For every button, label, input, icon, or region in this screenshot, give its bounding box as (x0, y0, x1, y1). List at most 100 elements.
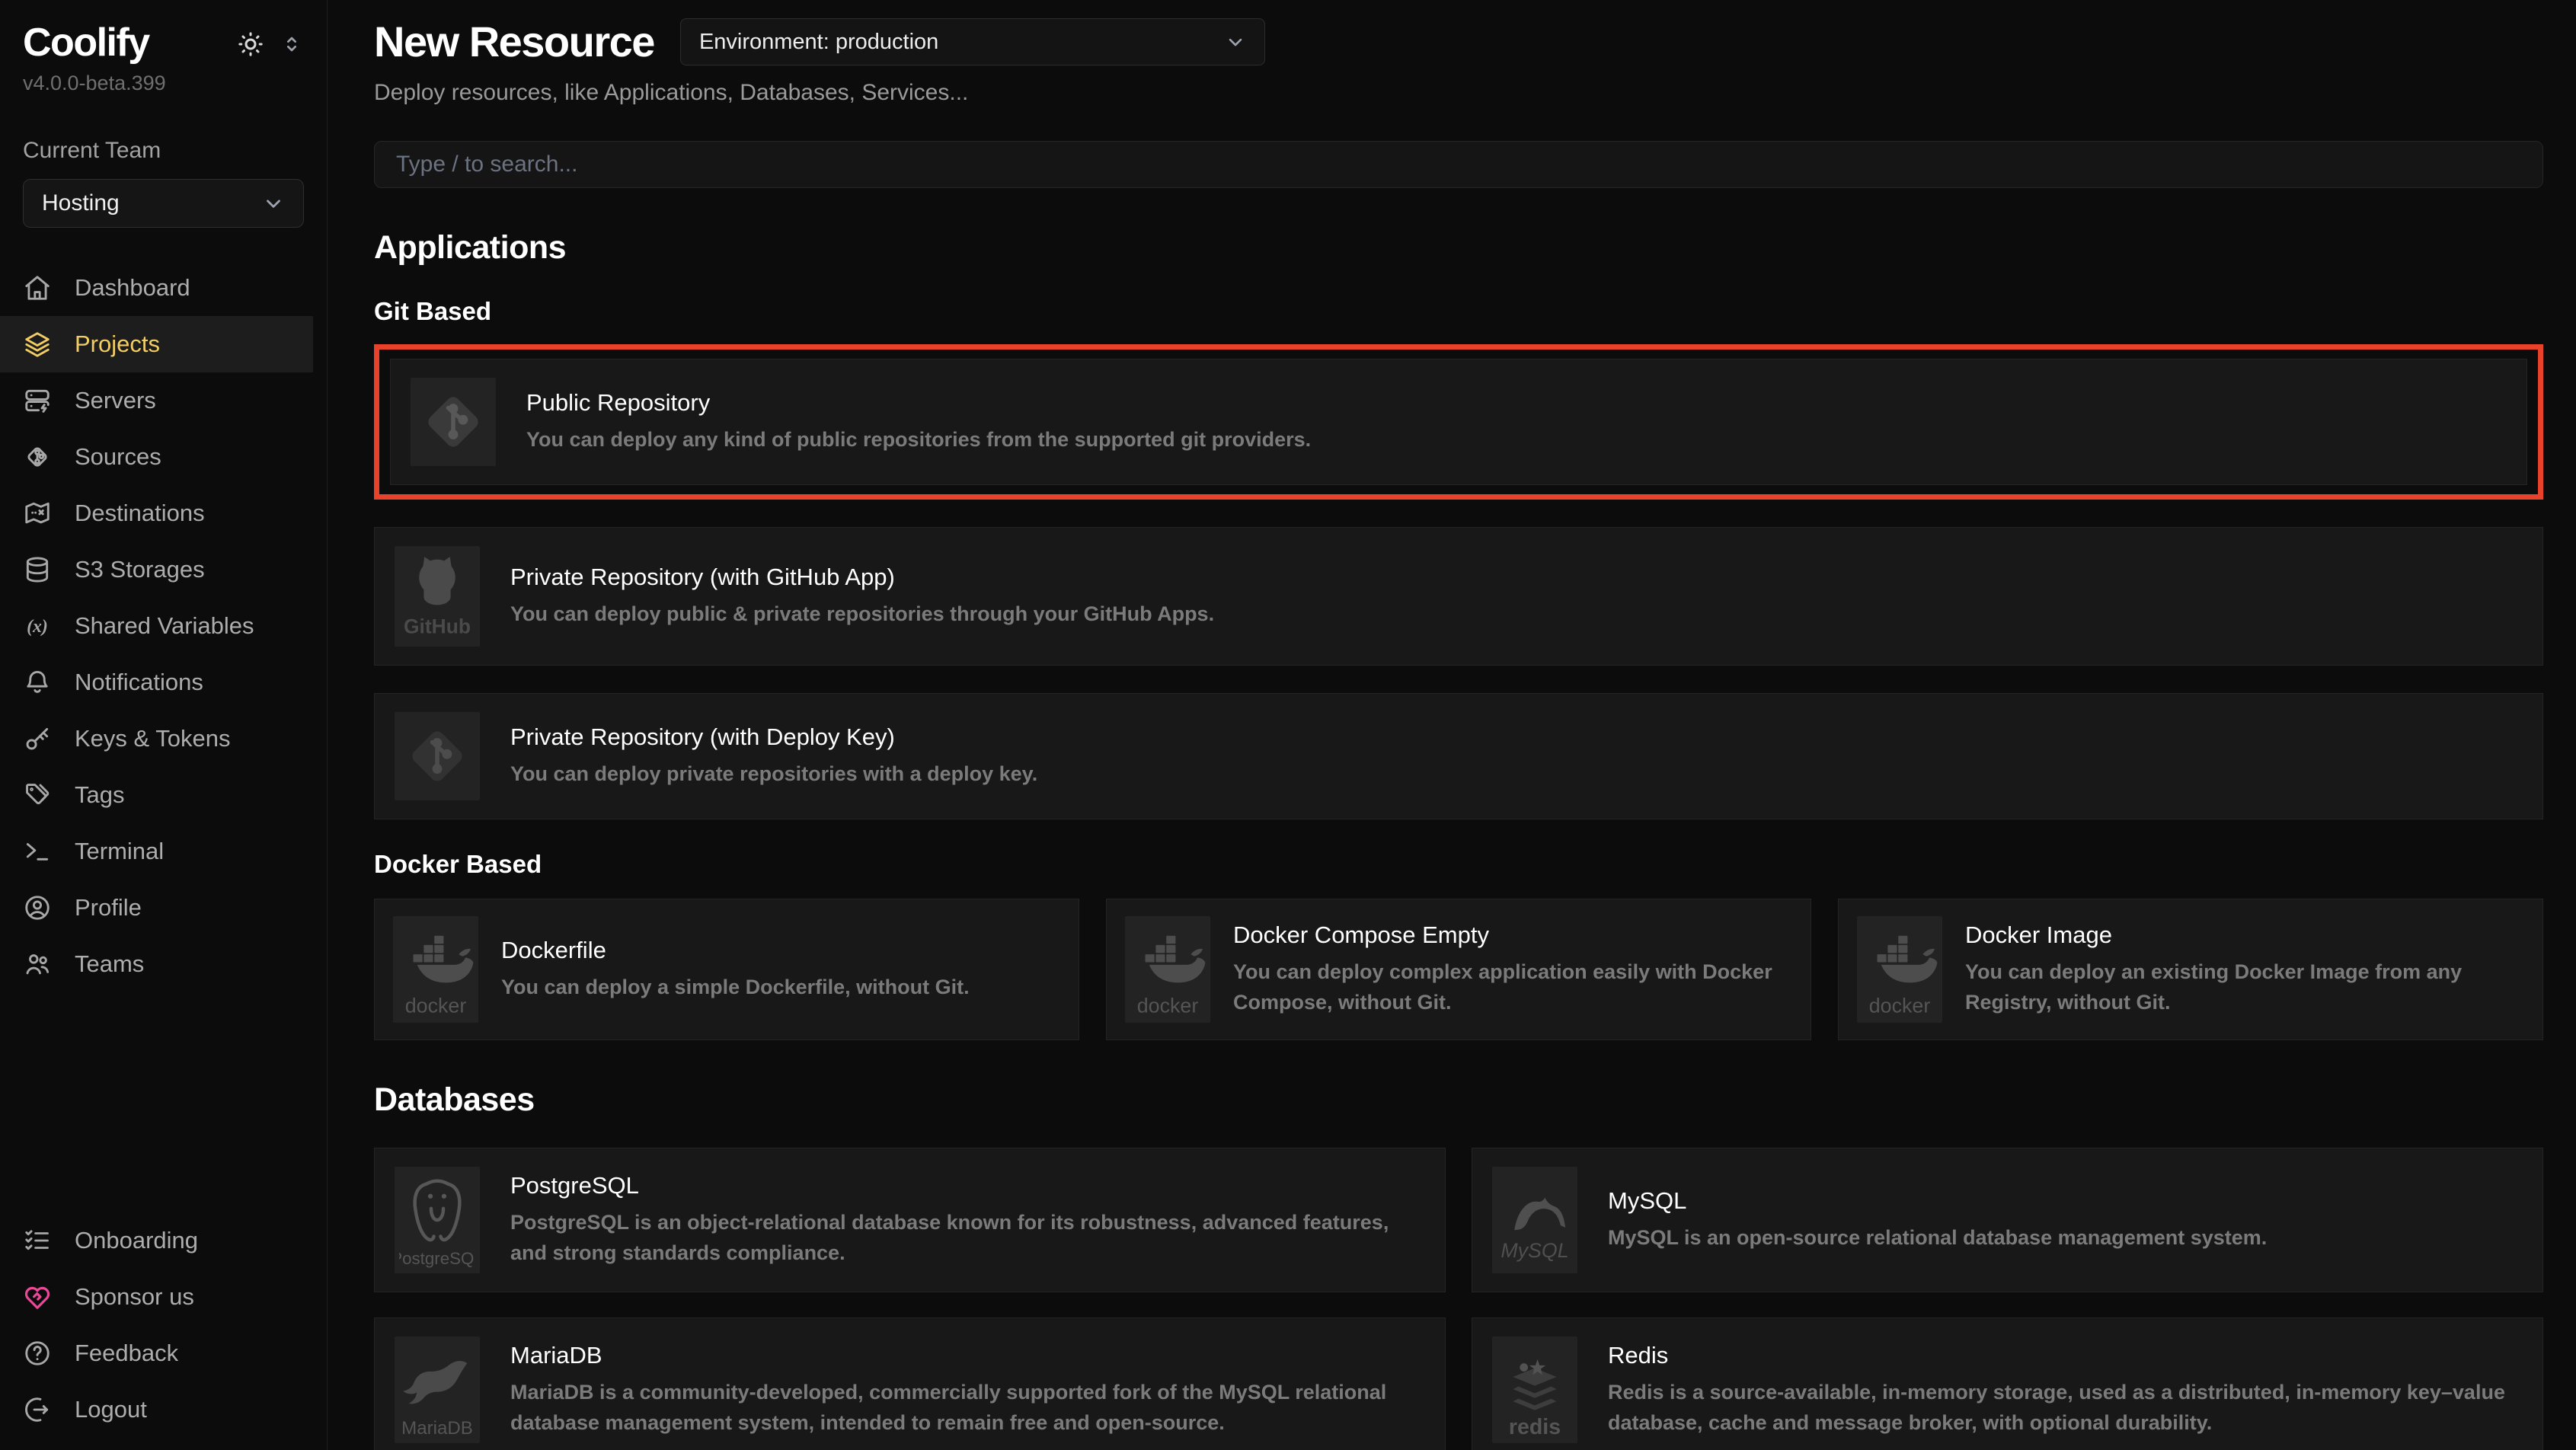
card-body: PostgreSQL PostgreSQL is an object-relat… (510, 1167, 1425, 1273)
sidebar-item-dashboard[interactable]: Dashboard (0, 260, 327, 316)
layers-icon (23, 330, 52, 359)
sidebar-header: Coolify (0, 20, 327, 65)
environment-select[interactable]: Environment: production (680, 18, 1265, 65)
mariadb-icon: MariaDB (395, 1337, 480, 1443)
resource-card-mysql[interactable]: MySQL MySQL MySQL is an open-source rela… (1472, 1148, 2543, 1292)
sidebar-item-keys-tokens[interactable]: Keys & Tokens (0, 711, 327, 767)
resource-card-redis[interactable]: redis Redis Redis is a source-available,… (1472, 1317, 2543, 1450)
git-branch-icon (23, 442, 52, 471)
sidebar-item-tags[interactable]: Tags (0, 767, 327, 823)
card-description: PostgreSQL is an object-relational datab… (510, 1207, 1425, 1269)
chevrons-up-down-icon[interactable] (280, 32, 304, 56)
terminal-icon (23, 837, 52, 866)
page-subtitle: Deploy resources, like Applications, Dat… (374, 80, 2543, 106)
svg-text:PostgreSQL: PostgreSQL (399, 1249, 475, 1268)
current-team-label: Current Team (0, 138, 327, 164)
database-icon (23, 555, 52, 584)
resource-card-docker-image[interactable]: docker Docker Image You can deploy an ex… (1838, 899, 2543, 1040)
resource-card-dockerfile[interactable]: docker Dockerfile You can deploy a simpl… (374, 899, 1079, 1040)
sidebar-item-shared-variables[interactable]: (x) Shared Variables (0, 598, 327, 654)
sidebar-nav: Dashboard Projects Servers Sources (0, 260, 327, 992)
docker-icon: docker (1857, 916, 1942, 1023)
card-body: MySQL MySQL is an open-source relational… (1608, 1167, 2267, 1273)
svg-text:MariaDB: MariaDB (401, 1418, 473, 1439)
card-description: You can deploy complex application easil… (1233, 957, 1792, 1018)
sidebar-item-feedback[interactable]: Feedback (0, 1325, 327, 1381)
sidebar-item-destinations[interactable]: Destinations (0, 485, 327, 541)
sidebar-item-label: Sources (75, 443, 161, 471)
git-icon (395, 712, 480, 800)
page-header: New Resource Environment: production (374, 17, 2543, 66)
postgresql-icon: PostgreSQL (395, 1167, 480, 1273)
docker-based-card-grid: docker Dockerfile You can deploy a simpl… (374, 899, 2543, 1040)
sidebar-item-notifications[interactable]: Notifications (0, 654, 327, 711)
sidebar: Coolify v4.0.0-beta.399 Current Team Hos… (0, 0, 328, 1450)
sidebar-item-projects[interactable]: Projects (0, 316, 313, 372)
sidebar-item-label: Keys & Tokens (75, 725, 230, 752)
card-title: Public Repository (526, 389, 1311, 417)
sidebar-item-sponsor-us[interactable]: Sponsor us (0, 1269, 327, 1325)
svg-text:docker: docker (1869, 994, 1931, 1017)
card-body: Redis Redis is a source-available, in-me… (1608, 1337, 2523, 1443)
svg-text:GitHub: GitHub (404, 615, 471, 637)
databases-card-grid: PostgreSQL PostgreSQL PostgreSQL is an o… (374, 1148, 2543, 1450)
theme-toggle-sun-icon[interactable] (235, 29, 266, 59)
sidebar-item-sources[interactable]: Sources (0, 429, 327, 485)
card-description: MySQL is an open-source relational datab… (1608, 1222, 2267, 1254)
card-description: Redis is a source-available, in-memory s… (1608, 1377, 2523, 1439)
variable-icon: (x) (23, 612, 52, 640)
sidebar-item-profile[interactable]: Profile (0, 880, 327, 936)
server-icon (23, 386, 52, 415)
main-content: New Resource Environment: production Dep… (328, 0, 2576, 1450)
sidebar-item-label: Destinations (75, 500, 205, 527)
resource-card-postgresql[interactable]: PostgreSQL PostgreSQL PostgreSQL is an o… (374, 1148, 1446, 1292)
chevron-down-icon (262, 192, 285, 215)
svg-text:MySQL: MySQL (1501, 1239, 1568, 1262)
key-icon (23, 724, 52, 753)
card-title: Docker Compose Empty (1233, 921, 1792, 949)
card-body: MariaDB MariaDB is a community-developed… (510, 1337, 1425, 1443)
git-based-card-list: Public Repository You can deploy any kin… (374, 344, 2543, 819)
subsection-title-git-based: Git Based (374, 297, 2543, 326)
card-description: You can deploy any kind of public reposi… (526, 424, 1311, 455)
sidebar-item-s3-storages[interactable]: S3 Storages (0, 541, 327, 598)
sidebar-item-servers[interactable]: Servers (0, 372, 327, 429)
resource-card-private-repository-deploy-key[interactable]: Private Repository (with Deploy Key) You… (374, 693, 2543, 819)
app-root: Coolify v4.0.0-beta.399 Current Team Hos… (0, 0, 2576, 1450)
sidebar-item-label: Projects (75, 331, 160, 358)
card-title: MariaDB (510, 1342, 1425, 1369)
sidebar-item-logout[interactable]: Logout (0, 1381, 327, 1438)
docker-icon: docker (393, 916, 478, 1023)
card-description: You can deploy private repositories with… (510, 759, 1037, 790)
resource-card-docker-compose-empty[interactable]: docker Docker Compose Empty You can depl… (1106, 899, 1811, 1040)
redis-icon: redis (1492, 1337, 1577, 1443)
logout-icon (23, 1395, 52, 1424)
search-input[interactable] (374, 141, 2543, 188)
card-body: Docker Image You can deploy an existing … (1965, 916, 2524, 1023)
sidebar-item-teams[interactable]: Teams (0, 936, 327, 992)
card-description: You can deploy a simple Dockerfile, with… (501, 972, 970, 1003)
card-description: MariaDB is a community-developed, commer… (510, 1377, 1425, 1439)
resource-card-private-repository-github-app[interactable]: GitHub Private Repository (with GitHub A… (374, 527, 2543, 666)
sidebar-item-label: Servers (75, 387, 156, 414)
sidebar-item-label: Onboarding (75, 1227, 198, 1254)
environment-select-value: Environment: production (699, 30, 938, 55)
team-select[interactable]: Hosting (23, 179, 304, 228)
resource-card-public-repository[interactable]: Public Repository You can deploy any kin… (390, 359, 2527, 485)
docker-icon: docker (1125, 916, 1210, 1023)
svg-text:(x): (x) (27, 617, 48, 637)
card-title: Private Repository (with Deploy Key) (510, 723, 1037, 751)
sidebar-item-onboarding[interactable]: Onboarding (0, 1212, 327, 1269)
sidebar-item-label: Shared Variables (75, 612, 254, 640)
sidebar-item-label: Logout (75, 1396, 147, 1423)
card-body: Dockerfile You can deploy a simple Docke… (501, 916, 970, 1023)
app-logo[interactable]: Coolify (23, 20, 149, 65)
sidebar-item-terminal[interactable]: Terminal (0, 823, 327, 880)
map-icon (23, 499, 52, 528)
card-title: Redis (1608, 1342, 2523, 1369)
tags-icon (23, 781, 52, 810)
sidebar-footer-nav: Onboarding Sponsor us Feedback Logout (0, 1212, 327, 1438)
resource-card-mariadb[interactable]: MariaDB MariaDB MariaDB is a community-d… (374, 1317, 1446, 1450)
card-body: Public Repository You can deploy any kin… (526, 378, 1311, 466)
users-icon (23, 950, 52, 979)
